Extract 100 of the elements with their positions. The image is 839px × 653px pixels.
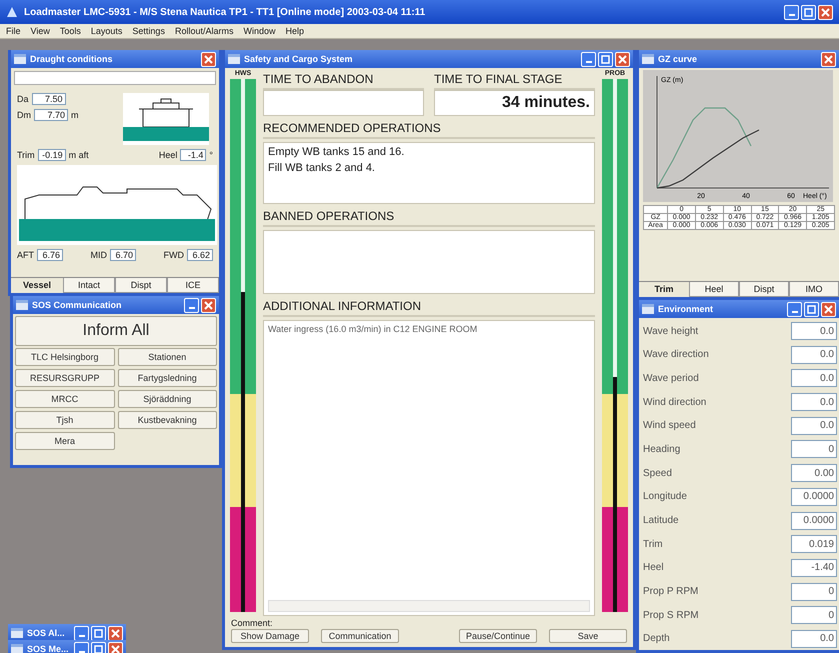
- section-heading: RECOMMENDED OPERATIONS: [263, 119, 595, 139]
- minimize-icon: [788, 14, 794, 16]
- contact-button[interactable]: Stationen: [118, 348, 217, 366]
- window-icon: [14, 54, 26, 64]
- value-field: 6.62: [187, 249, 213, 261]
- field-label: Wave period: [643, 372, 699, 384]
- window-title: SOS Al...: [27, 628, 66, 638]
- tab[interactable]: Intact: [63, 278, 115, 293]
- close-button[interactable]: [821, 302, 836, 316]
- value-field: 0.0: [791, 369, 837, 388]
- window-icon: [228, 54, 240, 64]
- close-button[interactable]: [108, 626, 123, 640]
- maximize-button[interactable]: [91, 626, 106, 640]
- contact-button[interactable]: Mera: [15, 432, 114, 450]
- minimize-button[interactable]: [581, 52, 596, 66]
- value-field: 6.76: [37, 249, 63, 261]
- minimize-button[interactable]: [74, 626, 89, 640]
- minimize-button[interactable]: [784, 4, 799, 20]
- menu-item[interactable]: Settings: [132, 26, 165, 36]
- value-field: 0.0000: [791, 488, 837, 506]
- minimize-icon: [78, 651, 84, 653]
- close-icon: [821, 8, 830, 16]
- field-label: Prop S RPM: [643, 610, 699, 621]
- menu-item[interactable]: Window: [243, 26, 276, 36]
- tab[interactable]: Dispt: [115, 278, 167, 293]
- menu-item[interactable]: Layouts: [90, 26, 122, 36]
- contact-button[interactable]: MRCC: [15, 390, 114, 408]
- menu-item[interactable]: File: [6, 26, 21, 36]
- field-label: FWD: [164, 250, 184, 260]
- minimize-icon: [78, 635, 84, 637]
- app-icon: [6, 6, 18, 18]
- close-button[interactable]: [108, 642, 123, 653]
- contact-button[interactable]: TLC Helsingborg: [15, 348, 114, 366]
- close-button[interactable]: [818, 4, 833, 20]
- close-icon: [824, 54, 833, 64]
- unit-label: m: [71, 110, 78, 120]
- value-field: 0.0: [791, 416, 837, 435]
- menu-item[interactable]: Help: [286, 26, 304, 36]
- menu-item[interactable]: View: [30, 26, 50, 36]
- time-field: 34 minutes.: [434, 90, 595, 116]
- window-icon: [16, 300, 28, 310]
- unit-label: °: [209, 150, 213, 160]
- minimize-icon: [586, 61, 592, 63]
- value-field: 7.70: [34, 109, 68, 121]
- maximize-icon: [804, 8, 813, 16]
- window-icon: [11, 628, 23, 638]
- minimize-button[interactable]: [787, 302, 802, 316]
- window-icon: [11, 644, 23, 653]
- close-button[interactable]: [821, 52, 836, 66]
- field-label: Dm: [17, 110, 31, 120]
- close-icon: [824, 304, 833, 314]
- value-field: 0: [791, 582, 837, 601]
- action-button[interactable]: Pause/Continue: [459, 629, 537, 643]
- field-label: Wave direction: [643, 349, 709, 360]
- contact-button[interactable]: RESURSGRUPP: [15, 369, 114, 387]
- window-icon: [642, 54, 654, 64]
- contact-button[interactable]: Kustbevakning: [118, 411, 217, 429]
- action-button[interactable]: Save: [549, 629, 627, 643]
- contact-button[interactable]: Tjsh: [15, 411, 114, 429]
- action-button[interactable]: Show Damage: [231, 629, 309, 643]
- value-field: 0.0: [791, 322, 837, 340]
- action-button[interactable]: Communication: [321, 629, 399, 643]
- field-label: Da: [17, 94, 29, 104]
- close-button[interactable]: [201, 298, 216, 312]
- app-title: Loadmaster LMC-5931 - M/S Stena Nautica TP1 - TT1 [Online mode] 2003-03-04 11:11: [24, 6, 426, 18]
- field-label: Wind direction: [643, 396, 706, 408]
- field-label: Trim: [643, 538, 663, 550]
- tab[interactable]: Heel: [689, 282, 739, 297]
- contact-button[interactable]: Sjöräddning: [118, 390, 217, 408]
- value-field: -1.40: [791, 558, 837, 577]
- minimize-icon: [188, 307, 194, 309]
- maximize-icon: [807, 304, 816, 314]
- maximize-button[interactable]: [91, 642, 106, 653]
- maximize-button[interactable]: [801, 4, 816, 20]
- value-field: -1.4: [180, 149, 206, 161]
- close-button[interactable]: [201, 52, 216, 66]
- tab[interactable]: Dispt: [739, 282, 789, 297]
- close-button[interactable]: [615, 52, 630, 66]
- menu-item[interactable]: Tools: [60, 26, 81, 36]
- field-label: Latitude: [643, 515, 679, 526]
- maximize-button[interactable]: [804, 302, 819, 316]
- value-field: 0: [791, 606, 837, 624]
- window-title: GZ curve: [658, 54, 698, 64]
- horizontal-scrollbar[interactable]: [268, 600, 590, 612]
- contact-button[interactable]: Fartygsledning: [118, 369, 217, 387]
- tab[interactable]: IMO: [789, 282, 839, 297]
- close-icon: [204, 300, 213, 310]
- window-title: Environment: [658, 304, 714, 314]
- tab[interactable]: ICE: [167, 278, 219, 293]
- inform-all-button[interactable]: Inform All: [15, 316, 217, 346]
- window-title: SOS Me...: [27, 644, 70, 653]
- maximize-button[interactable]: [598, 52, 613, 66]
- minimize-button[interactable]: [74, 642, 89, 653]
- field-label: MID: [90, 250, 107, 260]
- minimize-button[interactable]: [184, 298, 199, 312]
- operation-text: Fill WB tanks 2 and 4.: [268, 162, 376, 174]
- field-label: AFT: [17, 250, 34, 260]
- menu-item[interactable]: Rollout/Alarms: [174, 26, 234, 36]
- comment-label: Comment:: [231, 618, 274, 628]
- field-label: Longitude: [643, 491, 687, 502]
